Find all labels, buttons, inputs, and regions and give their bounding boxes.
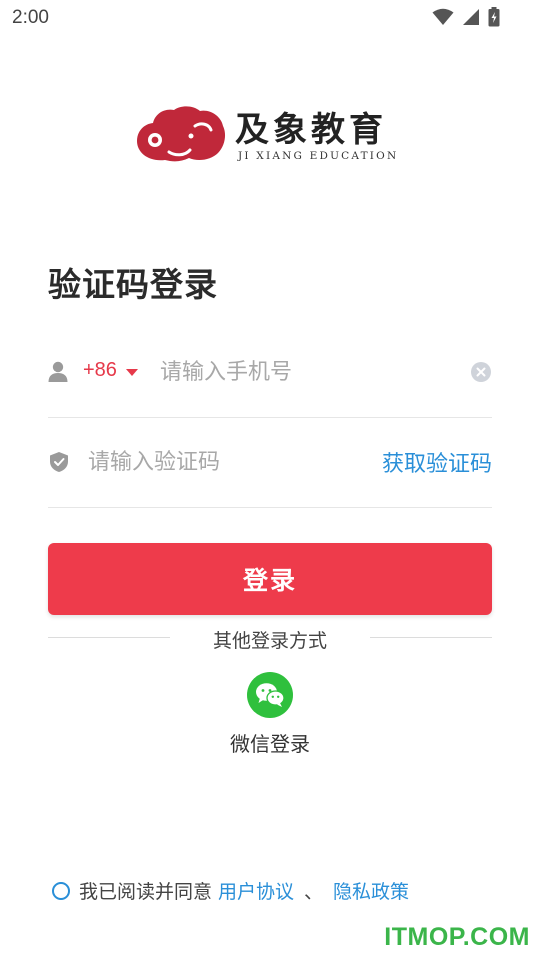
agreement-prefix: 我已阅读并同意: [79, 881, 213, 903]
clear-icon[interactable]: [470, 361, 492, 383]
shield-check-icon: [50, 452, 68, 472]
logo-subtitle: JI XIANG EDUCATION: [238, 150, 399, 162]
other-login-label: 其他登录方式: [212, 630, 327, 652]
status-icons: [432, 7, 500, 27]
country-code-selector[interactable]: +86: [83, 359, 117, 382]
wechat-login-label: 微信登录: [230, 732, 310, 756]
wifi-icon: [432, 8, 454, 25]
code-row: 获取验证码: [48, 418, 492, 508]
user-agreement-link[interactable]: 用户协议: [218, 877, 294, 904]
watermark: ITMOP.COM: [384, 923, 530, 951]
chevron-down-icon[interactable]: [126, 369, 138, 376]
verification-code-input[interactable]: [88, 442, 368, 482]
page-title: 验证码登录: [48, 265, 218, 304]
phone-input[interactable]: [160, 352, 460, 392]
agreement-separator: 、: [304, 881, 324, 903]
get-code-button[interactable]: 获取验证码: [382, 446, 492, 478]
elephant-logo-icon: [137, 106, 226, 162]
phone-row: +86: [48, 328, 492, 418]
status-time: 2:00: [12, 7, 49, 28]
battery-icon: [488, 7, 500, 27]
agreement-radio[interactable]: [52, 881, 70, 900]
agreement-row: 我已阅读并同意 用户协议 、 隐私政策: [52, 877, 409, 904]
divider-right: [370, 637, 492, 638]
logo-title: 及象教育: [235, 110, 387, 150]
login-button[interactable]: 登录: [48, 543, 492, 615]
privacy-policy-link[interactable]: 隐私政策: [333, 877, 409, 904]
brand-logo: 及象教育 JI XIANG EDUCATION: [135, 104, 405, 166]
signal-icon: [463, 9, 479, 25]
user-icon: [48, 361, 68, 382]
wechat-login-button[interactable]: [247, 672, 293, 718]
wechat-icon: [256, 683, 285, 707]
status-bar: 2:00: [0, 0, 540, 36]
